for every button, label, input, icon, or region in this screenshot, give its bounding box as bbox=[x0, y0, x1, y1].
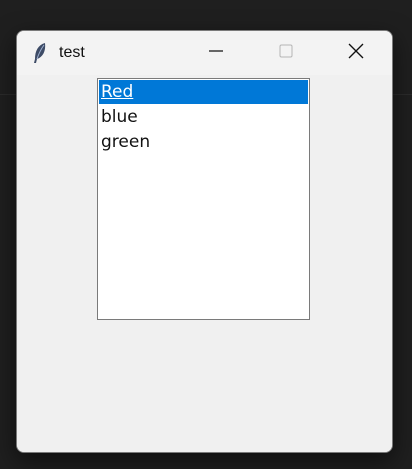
title-bar[interactable]: test bbox=[17, 31, 392, 75]
feather-icon bbox=[31, 42, 49, 64]
close-icon bbox=[347, 42, 365, 65]
list-item-label: blue bbox=[101, 107, 138, 127]
color-listbox[interactable]: Red blue green bbox=[97, 78, 310, 320]
minimize-icon bbox=[208, 43, 224, 64]
close-button[interactable] bbox=[333, 31, 379, 75]
list-item-label: green bbox=[101, 132, 151, 152]
list-item-blue[interactable]: blue bbox=[99, 105, 308, 129]
window-title: test bbox=[59, 44, 85, 61]
maximize-button[interactable] bbox=[263, 31, 309, 75]
list-item-green[interactable]: green bbox=[99, 130, 308, 154]
maximize-icon bbox=[278, 43, 294, 64]
window-client-area: Red blue green bbox=[17, 75, 392, 452]
app-window: test Red blue green bbox=[16, 30, 393, 453]
minimize-button[interactable] bbox=[193, 31, 239, 75]
list-item-red[interactable]: Red bbox=[99, 80, 308, 104]
list-item-label: Red bbox=[101, 82, 134, 102]
